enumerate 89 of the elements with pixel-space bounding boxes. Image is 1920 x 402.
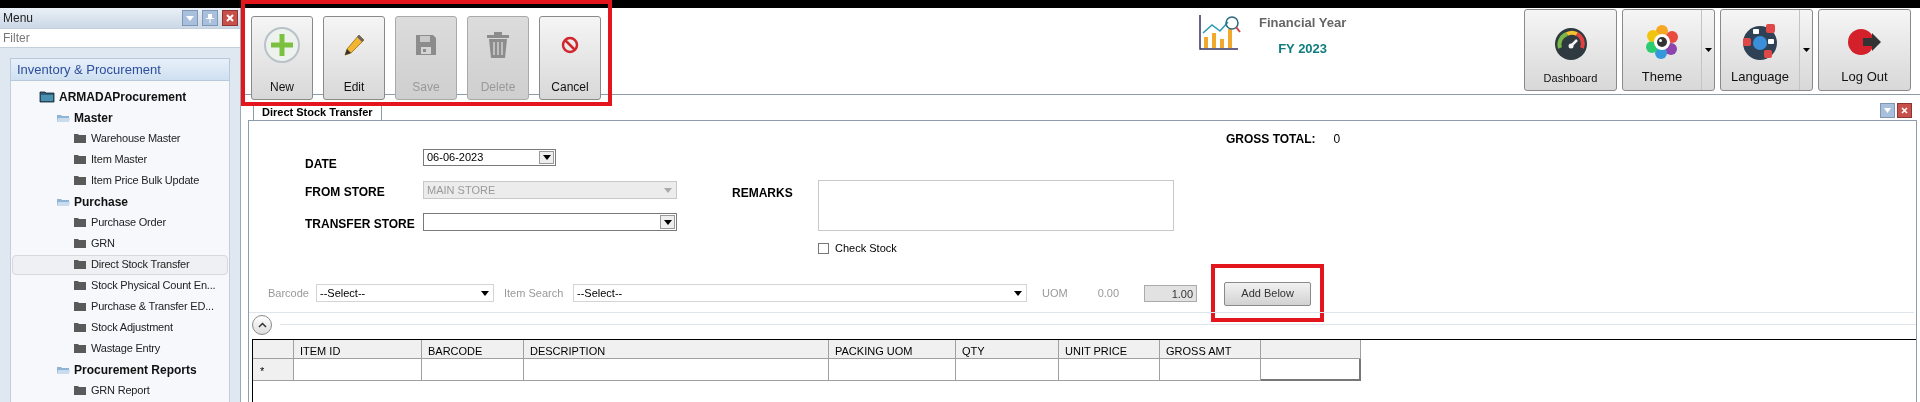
dropdown-icon [664,187,673,193]
add-below-button[interactable]: Add Below [1224,281,1312,306]
plus-icon [263,26,301,64]
trash-icon [486,31,510,59]
checkbox[interactable] [818,242,829,254]
field-label: Barcode [268,285,310,301]
quantity-field[interactable]: 1.00 [1144,284,1198,302]
header-button[interactable]: Dashboard [1524,9,1617,91]
uom-value: 0.00 [1097,285,1120,301]
exit-icon [1846,27,1883,58]
field-label: Item Search [504,285,565,301]
tree-item[interactable]: Purchase Order [12,212,228,233]
tree-item[interactable]: Procurement Reports [12,359,228,380]
panel-header[interactable]: Inventory & Procurement [10,58,230,81]
header-cell [253,339,294,359]
folder-icon [73,280,87,291]
caret-icon [1704,48,1712,52]
dropdown-icon [1014,290,1022,296]
column-header: GROSS AMT [1160,339,1261,359]
folder-icon [73,238,87,249]
folder-icon [73,217,87,228]
item-search-dropdown[interactable]: --Select-- [573,284,1027,302]
financial-year-value: FY 2023 [1278,39,1328,58]
tree-item[interactable]: Purchase & Transfer ED... [12,296,228,317]
folder-icon [73,343,87,354]
tree-item[interactable]: GRN [12,233,228,254]
toolbar-button[interactable]: New [251,16,313,100]
tree-item[interactable]: Stock Adjustment [12,317,228,338]
folder-icon [73,154,87,165]
folder-icon [56,364,70,375]
column-header: BARCODE [422,339,524,359]
store-dropdown[interactable] [423,213,677,231]
date-field[interactable]: 06-06-2023 [423,149,556,166]
tree-item[interactable]: Item Master [12,149,228,170]
barcode-dropdown[interactable]: --Select-- [316,284,494,302]
tree-item[interactable]: Warehouse Master [12,128,228,149]
panel-title: Menu [3,10,35,27]
header-button[interactable]: Language [1720,9,1813,91]
header-button[interactable]: Theme [1622,9,1715,91]
remarks-field[interactable] [818,180,1174,231]
checkbox-label: Check Stock [835,241,897,256]
field-label: FROM STORE [305,184,386,201]
caret-icon [1802,48,1810,52]
tree-item[interactable]: GRN Report [12,380,228,401]
header-button[interactable]: Log Out [1818,9,1911,91]
gross-total-value: 0 [1333,131,1341,148]
field-label: TRANSFER STORE [305,216,416,233]
filter-field[interactable]: Filter [0,28,240,48]
folder-icon [56,112,70,123]
tree-item[interactable]: Item Price Bulk Update [12,170,228,191]
tree-item[interactable]: Purchase [12,191,228,212]
chart-icon [1198,13,1242,51]
globe-icon [1740,22,1780,63]
tree-item[interactable]: Master [12,107,228,128]
folder-icon [73,259,87,270]
folder-icon [73,322,87,333]
folder-icon [73,385,87,396]
column-header: DESCRIPTION [524,339,829,359]
folder-icon [73,175,87,186]
tree-item[interactable]: Stock Physical Count En... [12,275,228,296]
column-header: UNIT PRICE [1059,339,1160,359]
cancel-icon [561,36,579,54]
toolbar-button[interactable]: Cancel [539,16,601,100]
folder-icon [56,196,70,207]
gross-total-label: GROSS TOTAL: [1226,131,1316,148]
column-header: QTY [956,339,1059,359]
field-label: DATE [305,156,338,173]
dropdown-icon[interactable] [539,151,554,164]
gauge-icon [1553,26,1588,61]
column-header: ITEM ID [294,339,422,359]
field-label: REMARKS [732,185,794,202]
toolbar-button[interactable]: Edit [323,16,385,100]
field-label: UOM [1042,285,1068,301]
folder-icon [39,90,55,103]
tree-item[interactable]: Wastage Entry [12,338,228,359]
close-icon[interactable] [222,10,238,26]
collapse-icon[interactable] [252,314,272,335]
close-icon[interactable] [1897,103,1912,118]
row-marker: * [253,358,294,381]
dropdown-icon[interactable] [660,215,675,229]
tree-item[interactable]: Direct Stock Transfer [12,254,228,275]
pencil-icon [341,32,367,58]
financial-year-label: Financial Year [1259,14,1347,32]
palette-flower-icon [1645,25,1679,60]
dropdown-icon [481,290,489,296]
folder-icon [73,133,87,144]
tree-item[interactable]: ARMADAProcurement [12,86,228,107]
column-header: PACKING UOM [829,339,956,359]
folder-icon [73,301,87,312]
